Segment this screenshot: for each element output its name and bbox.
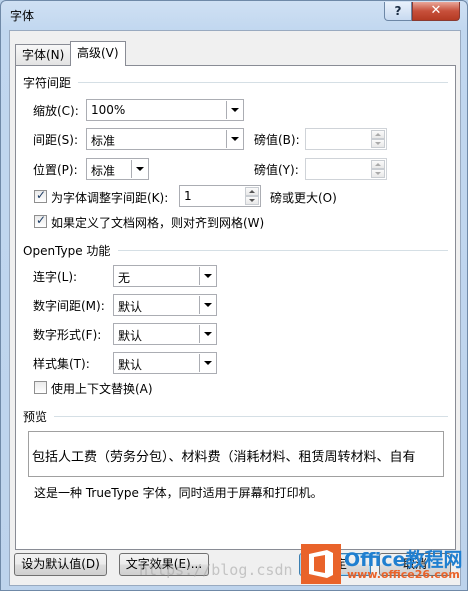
- ligatures-label: 连字(L):: [33, 270, 78, 284]
- advanced-tab-panel: 字符间距 缩放(C): 100% 间距(S): 标准 磅值(B): 位置(P):…: [15, 65, 456, 550]
- snap-grid-checkbox[interactable]: ✓: [34, 213, 47, 228]
- chevron-down-icon[interactable]: [199, 267, 215, 285]
- preview-title: 预览: [23, 410, 48, 424]
- spin-up-icon[interactable]: [371, 160, 385, 169]
- logo-line2: www.office26.com: [347, 568, 460, 581]
- spin-down-icon[interactable]: [371, 139, 385, 148]
- scale-label: 缩放(C):: [33, 104, 79, 118]
- font-dialog-window: 字体 ? ✕ 字体(N) 高级(V) 字符间距 缩放(C): 100% 间距(S…: [0, 0, 468, 591]
- check-icon: ✓: [36, 213, 47, 227]
- spacing-combo[interactable]: 标准: [86, 128, 244, 150]
- chevron-down-icon[interactable]: [199, 354, 215, 372]
- spin-up-icon[interactable]: [371, 130, 385, 139]
- stylistic-sets-value: 默认: [118, 358, 143, 372]
- chevron-down-icon[interactable]: [226, 130, 242, 148]
- spin-up-icon[interactable]: [245, 187, 259, 196]
- ligatures-value: 无: [118, 271, 131, 285]
- divider: [54, 416, 448, 417]
- tab-font[interactable]: 字体(N): [15, 44, 72, 65]
- help-button[interactable]: ?: [384, 2, 412, 21]
- position-by-label: 磅值(Y):: [254, 163, 299, 177]
- window-title: 字体: [10, 9, 35, 23]
- position-by-spinner[interactable]: [305, 158, 387, 180]
- kerning-value: 1: [184, 189, 192, 203]
- preview-sample: 包括人工费（劳务分包）、材料费（消耗材料、租赁周转材料、自有: [32, 450, 416, 465]
- spin-down-icon[interactable]: [371, 169, 385, 178]
- char-spacing-title: 字符间距: [23, 76, 72, 90]
- divider: [78, 82, 448, 83]
- title-bar[interactable]: 字体 ? ✕: [1, 1, 467, 27]
- chevron-down-icon[interactable]: [226, 101, 242, 119]
- contextual-checkbox[interactable]: [34, 381, 47, 394]
- preview-note: 这是一种 TrueType 字体，同时适用于屏幕和打印机。: [34, 486, 323, 500]
- scale-value: 100%: [91, 103, 126, 117]
- chevron-down-icon[interactable]: [131, 160, 147, 178]
- check-icon: ✓: [36, 188, 47, 202]
- position-label: 位置(P):: [33, 163, 78, 177]
- dialog-client: 字体(N) 高级(V) 字符间距 缩放(C): 100% 间距(S): 标准 磅…: [9, 30, 461, 586]
- chevron-down-icon[interactable]: [199, 325, 215, 343]
- watermark-text: https://blog.csdn: [139, 561, 293, 579]
- ligatures-combo[interactable]: 无: [113, 265, 217, 287]
- spin-down-icon[interactable]: [245, 196, 259, 205]
- position-combo[interactable]: 标准: [86, 158, 149, 180]
- divider: [118, 250, 448, 251]
- number-spacing-combo[interactable]: 默认: [113, 294, 217, 316]
- office26-logo: Office教程网 www.office26.com: [301, 544, 463, 586]
- tab-advanced[interactable]: 高级(V): [70, 41, 126, 66]
- snap-grid-label: 如果定义了文档网格，则对齐到网格(W): [51, 216, 265, 230]
- kerning-label: 为字体调整字间距(K):: [51, 191, 169, 205]
- close-button[interactable]: ✕: [412, 2, 460, 21]
- position-value: 标准: [91, 164, 116, 178]
- number-forms-value: 默认: [118, 329, 143, 343]
- stylistic-sets-combo[interactable]: 默认: [113, 352, 217, 374]
- chevron-down-icon[interactable]: [199, 296, 215, 314]
- number-spacing-value: 默认: [118, 300, 143, 314]
- number-forms-label: 数字形式(F):: [33, 328, 102, 342]
- stylistic-sets-label: 样式集(T):: [33, 357, 90, 371]
- office-logo-icon: [301, 544, 341, 584]
- preview-box: 包括人工费（劳务分包）、材料费（消耗材料、租赁周转材料、自有: [28, 431, 444, 477]
- spacing-by-label: 磅值(B):: [254, 133, 300, 147]
- kerning-suffix: 磅或更大(O): [270, 191, 337, 205]
- kerning-checkbox[interactable]: ✓: [34, 188, 47, 203]
- spacing-label: 间距(S):: [33, 133, 79, 147]
- number-forms-combo[interactable]: 默认: [113, 323, 217, 345]
- set-default-button[interactable]: 设为默认值(D): [14, 553, 107, 576]
- opentype-title: OpenType 功能: [23, 244, 111, 258]
- number-spacing-label: 数字间距(M):: [33, 299, 105, 313]
- spacing-by-spinner[interactable]: [305, 128, 387, 150]
- spacing-value: 标准: [91, 134, 116, 148]
- kerning-spinner[interactable]: 1: [179, 185, 261, 207]
- scale-combo[interactable]: 100%: [86, 99, 244, 121]
- contextual-label: 使用上下文替换(A): [51, 382, 153, 396]
